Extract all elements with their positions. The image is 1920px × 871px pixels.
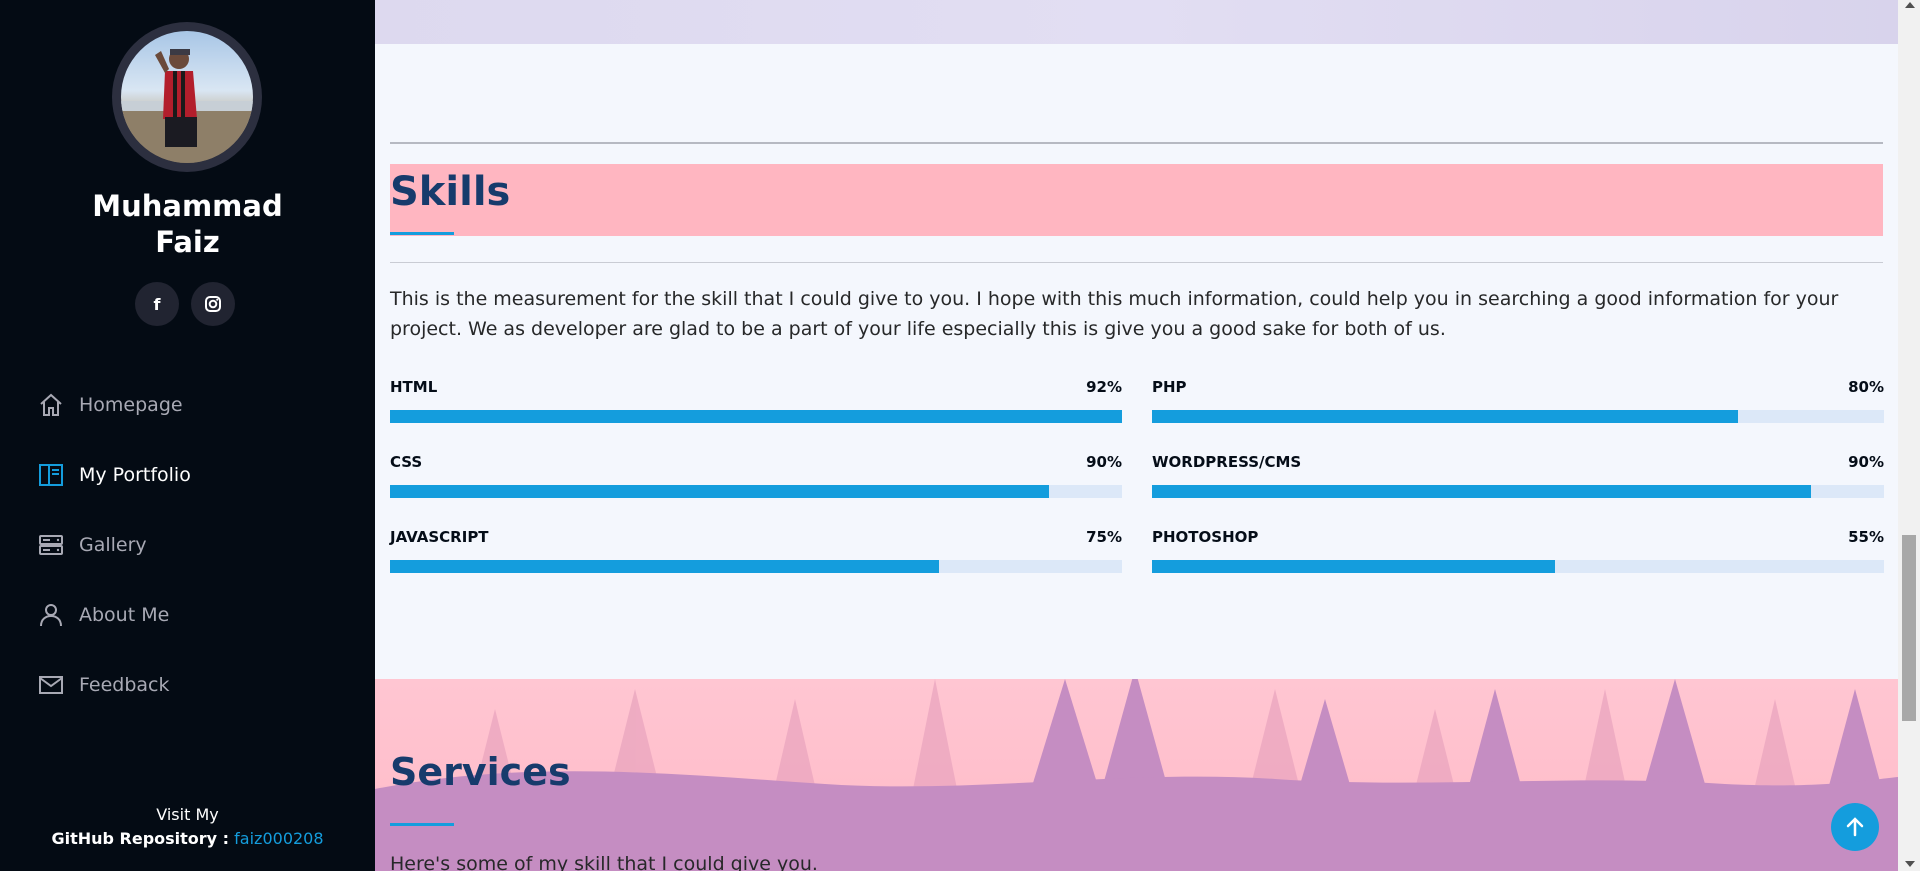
- arrow-up-icon: [1846, 817, 1864, 837]
- portfolio-icon: [38, 462, 64, 488]
- sidebar-item-label: About Me: [79, 604, 170, 626]
- footer-visit-text: Visit My: [156, 805, 219, 824]
- sidebar-item-label: My Portfolio: [79, 464, 191, 486]
- skills-title: Skills: [390, 169, 511, 215]
- server-icon: [38, 532, 64, 558]
- sidebar-item-feedback[interactable]: Feedback: [38, 650, 191, 720]
- skill-name: PHP: [1152, 378, 1187, 396]
- sidebar-nav: Homepage My Portfolio Gallery About Me F…: [38, 370, 191, 720]
- skill-name: CSS: [390, 453, 423, 471]
- skill-progress-bar: [390, 560, 1122, 573]
- person-icon: [38, 602, 64, 628]
- skill-value: 90%: [1086, 453, 1122, 471]
- skills-title-underline: [390, 232, 454, 235]
- instagram-icon[interactable]: [191, 282, 235, 326]
- sidebar-item-homepage[interactable]: Homepage: [38, 370, 191, 440]
- sidebar-item-gallery[interactable]: Gallery: [38, 510, 191, 580]
- skill-value: 90%: [1848, 453, 1884, 471]
- skill-progress-bar: [390, 410, 1122, 423]
- skill-progress-fill: [1152, 560, 1555, 573]
- skill-progress-bar: [1152, 485, 1884, 498]
- skill-header: PHOTOSHOP 55%: [1152, 528, 1884, 552]
- skill-header: PHP 80%: [1152, 378, 1884, 402]
- services-title: Services: [390, 750, 571, 794]
- skill-value: 80%: [1848, 378, 1884, 396]
- main-content: Skills This is the measurement for the s…: [375, 0, 1898, 871]
- profile-name-first: Muhammad: [92, 189, 283, 223]
- skill-value: 75%: [1086, 528, 1122, 546]
- skill-item: HTML 92%: [390, 378, 1122, 423]
- footer-github-line: GitHub Repository : faiz000208: [0, 827, 375, 851]
- sidebar-item-my-portfolio[interactable]: My Portfolio: [38, 440, 191, 510]
- skill-progress-fill: [390, 560, 939, 573]
- envelope-icon: [38, 672, 64, 698]
- skill-progress-fill: [1152, 410, 1738, 423]
- horizontal-rule: [390, 142, 1883, 144]
- github-link[interactable]: faiz000208: [234, 829, 323, 848]
- skill-name: WORDPRESS/CMS: [1152, 453, 1302, 471]
- skill-item: PHP 80%: [1152, 378, 1884, 423]
- scrollbar-thumb[interactable]: [1902, 535, 1916, 721]
- social-links: f: [135, 282, 235, 326]
- skill-item: PHOTOSHOP 55%: [1152, 528, 1884, 573]
- skill-progress-bar: [1152, 410, 1884, 423]
- sidebar-item-about-me[interactable]: About Me: [38, 580, 191, 650]
- skill-name: HTML: [390, 378, 438, 396]
- section-divider: [375, 44, 1898, 48]
- skills-description: This is the measurement for the skill th…: [390, 288, 1839, 340]
- home-icon: [38, 392, 64, 418]
- skill-progress-bar: [1152, 560, 1884, 573]
- skill-header: HTML 92%: [390, 378, 1122, 402]
- scroll-down-arrow-icon[interactable]: [1905, 861, 1915, 867]
- services-title-underline: [390, 823, 454, 826]
- skill-item: WORDPRESS/CMS 90%: [1152, 453, 1884, 498]
- back-to-top-button[interactable]: [1831, 803, 1879, 851]
- sidebar-footer: Visit My GitHub Repository : faiz000208: [0, 803, 375, 851]
- footer-github-label: GitHub Repository :: [51, 829, 230, 848]
- sidebar-item-label: Homepage: [79, 394, 183, 416]
- sidebar: Muhammad Faiz f Homepage My Portfolio Ga…: [0, 0, 375, 871]
- page-scrollbar[interactable]: [1898, 0, 1920, 871]
- skill-name: JAVASCRIPT: [390, 528, 489, 546]
- sidebar-item-label: Feedback: [79, 674, 170, 696]
- services-description: Here's some of my skill that I could giv…: [390, 853, 818, 871]
- scroll-up-arrow-icon[interactable]: [1905, 2, 1915, 8]
- skill-header: JAVASCRIPT 75%: [390, 528, 1122, 552]
- skills-title-block: Skills: [390, 164, 1883, 236]
- services-background: [375, 679, 1898, 871]
- skill-progress-bar: [390, 485, 1122, 498]
- skill-progress-fill: [390, 410, 1122, 423]
- avatar: [121, 31, 253, 163]
- skill-header: WORDPRESS/CMS 90%: [1152, 453, 1884, 477]
- sidebar-item-label: Gallery: [79, 534, 147, 556]
- skill-value: 55%: [1848, 528, 1884, 546]
- facebook-icon[interactable]: f: [135, 282, 179, 326]
- skill-name: PHOTOSHOP: [1152, 528, 1259, 546]
- skill-value: 92%: [1086, 378, 1122, 396]
- profile-name: Muhammad Faiz: [0, 188, 375, 260]
- skill-header: CSS 90%: [390, 453, 1122, 477]
- previous-section-background: [375, 0, 1898, 47]
- skill-progress-fill: [390, 485, 1049, 498]
- skill-progress-fill: [1152, 485, 1811, 498]
- profile-name-last: Faiz: [155, 225, 220, 259]
- avatar-frame: [112, 22, 262, 172]
- skill-item: JAVASCRIPT 75%: [390, 528, 1122, 573]
- horizontal-rule: [390, 262, 1883, 263]
- skill-item: CSS 90%: [390, 453, 1122, 498]
